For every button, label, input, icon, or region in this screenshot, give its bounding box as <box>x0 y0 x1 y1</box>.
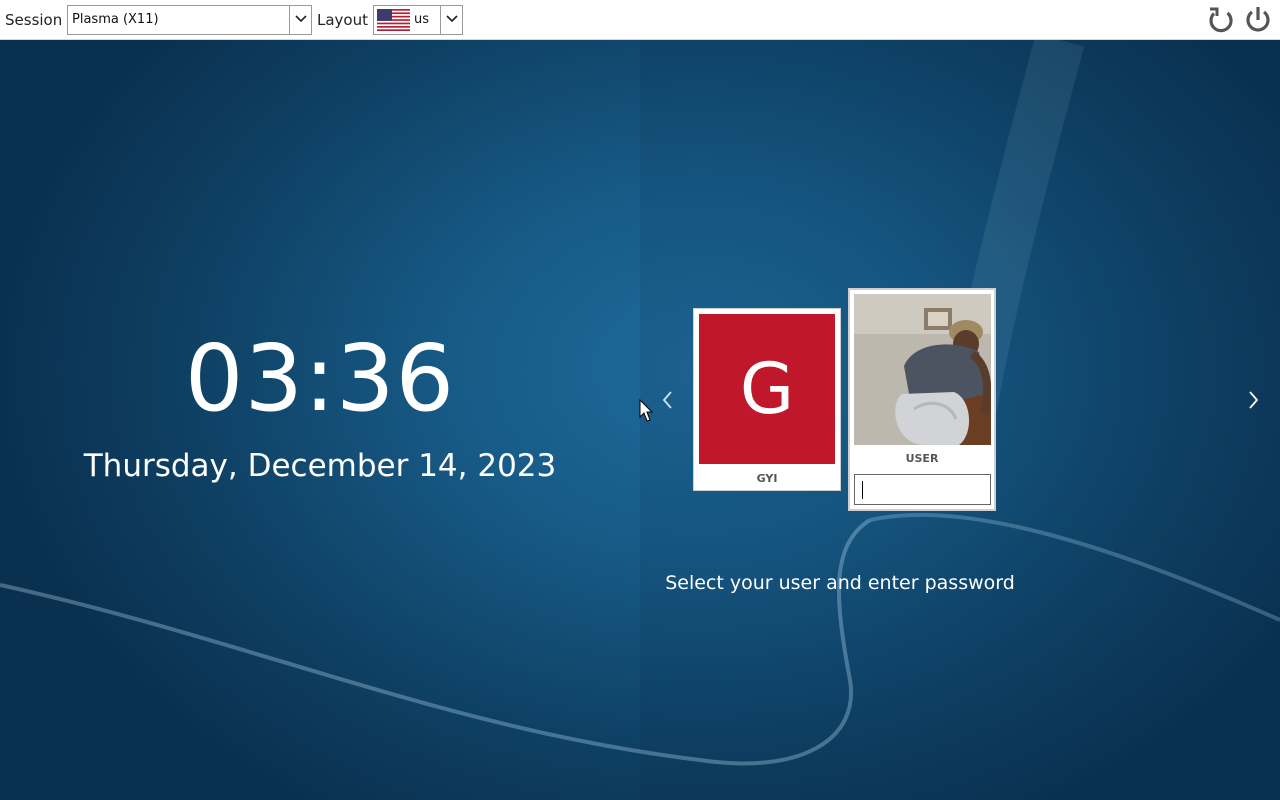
chevron-left-icon <box>662 391 672 409</box>
restart-button[interactable] <box>1205 4 1237 36</box>
password-input[interactable] <box>854 474 991 505</box>
user-card-gyi[interactable]: G GYI <box>693 308 841 491</box>
session-value: Plasma (X11) <box>72 12 159 27</box>
login-hint: Select your user and enter password <box>665 572 1015 594</box>
session-select[interactable]: Plasma (X11) <box>67 5 312 35</box>
layout-value: us <box>414 12 430 27</box>
power-icon <box>1246 7 1270 32</box>
layout-label: Layout <box>317 11 368 29</box>
user-photo <box>854 294 991 445</box>
mouse-cursor-icon <box>639 399 653 422</box>
chevron-down-icon[interactable] <box>440 6 462 34</box>
clock-time: 03:36 <box>184 325 456 432</box>
top-bar: Session Plasma (X11) Layout us <box>0 0 1280 40</box>
next-user-button[interactable] <box>1244 388 1264 412</box>
avatar: G <box>699 314 835 464</box>
user-name: USER <box>905 452 939 465</box>
user-name: GYI <box>756 472 778 485</box>
us-flag-icon <box>377 9 410 31</box>
user-card-user[interactable]: USER <box>848 288 996 511</box>
power-button[interactable] <box>1242 4 1274 36</box>
text-caret <box>862 481 863 499</box>
prev-user-button[interactable] <box>658 388 678 412</box>
chevron-right-icon <box>1249 391 1259 409</box>
chevron-down-icon[interactable] <box>289 6 311 34</box>
session-label: Session <box>5 11 63 29</box>
clock-date: Thursday, December 14, 2023 <box>83 448 557 484</box>
layout-select[interactable]: us <box>373 5 463 35</box>
restart-icon <box>1209 7 1233 33</box>
